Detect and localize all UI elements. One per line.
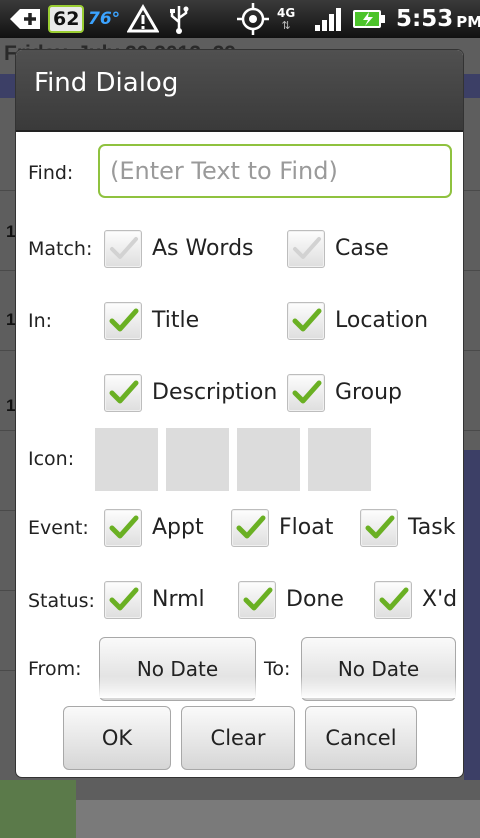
status-done-checkbox[interactable] xyxy=(238,581,276,619)
clear-button[interactable]: Clear xyxy=(181,706,295,770)
find-dialog: Find Dialog Find: Match: As Words Case I… xyxy=(16,50,463,777)
background-row-number: 1 xyxy=(6,396,16,415)
clock-ampm: PM xyxy=(456,12,480,31)
in-title-checkbox[interactable] xyxy=(104,302,142,340)
match-label: Match: xyxy=(28,238,93,260)
event-label: Event: xyxy=(28,517,89,539)
icon-label: Icon: xyxy=(28,448,75,470)
in-title-label: Title xyxy=(152,308,200,333)
in-label: In: xyxy=(28,310,53,332)
match-case-checkbox[interactable] xyxy=(287,230,325,268)
icon-slot-2[interactable] xyxy=(166,428,229,491)
icon-slot-3[interactable] xyxy=(237,428,300,491)
battery-icon xyxy=(352,0,386,38)
dialog-title-bar: Find Dialog xyxy=(16,50,463,132)
status-nrml-label: Nrml xyxy=(152,587,205,612)
background-event-block xyxy=(464,450,480,780)
status-xd-checkbox[interactable] xyxy=(374,581,412,619)
event-float-checkbox[interactable] xyxy=(231,509,269,547)
in-description-checkbox[interactable] xyxy=(104,374,142,412)
dialog-title: Find Dialog xyxy=(34,68,179,98)
data-arrows-icon: ⇅ xyxy=(281,18,291,32)
background-row-number: 1 xyxy=(6,222,16,241)
in-group-checkbox[interactable] xyxy=(287,374,325,412)
in-location-checkbox[interactable] xyxy=(287,302,325,340)
status-label: Status: xyxy=(28,590,95,612)
clock-time: 5:53 xyxy=(396,6,454,32)
signal-icon xyxy=(314,0,344,38)
icon-slot-4[interactable] xyxy=(308,428,371,491)
event-task-label: Task xyxy=(408,515,456,540)
background-green-block xyxy=(0,780,76,838)
alert-icon xyxy=(127,0,159,38)
scroll-fade xyxy=(16,676,463,698)
event-appt-checkbox[interactable] xyxy=(104,509,142,547)
in-description-label: Description xyxy=(152,380,278,405)
status-xd-label: X'd xyxy=(422,587,458,612)
cancel-button[interactable]: Cancel xyxy=(305,706,417,770)
match-as-words-checkbox[interactable] xyxy=(104,230,142,268)
event-task-checkbox[interactable] xyxy=(360,509,398,547)
event-float-label: Float xyxy=(279,515,334,540)
add-icon xyxy=(8,0,42,38)
status-bar: 62 76° 4G ⇅ 5:53 PM xyxy=(0,0,480,38)
gps-icon xyxy=(236,0,270,38)
temperature-text: 76° xyxy=(88,9,121,29)
icon-slot-1[interactable] xyxy=(95,428,158,491)
find-label: Find: xyxy=(28,162,74,184)
match-case-label: Case xyxy=(335,236,389,261)
find-input[interactable] xyxy=(98,144,452,198)
ok-button[interactable]: OK xyxy=(63,706,171,770)
in-group-label: Group xyxy=(335,380,402,405)
notification-count-badge: 62 xyxy=(48,5,85,33)
match-as-words-label: As Words xyxy=(152,236,254,261)
status-nrml-checkbox[interactable] xyxy=(104,581,142,619)
network-type-text: 4G xyxy=(277,5,296,20)
usb-icon xyxy=(168,0,190,38)
background-row-number: 1 xyxy=(6,310,16,329)
status-done-label: Done xyxy=(286,587,344,612)
in-location-label: Location xyxy=(335,308,429,333)
event-appt-label: Appt xyxy=(152,515,204,540)
